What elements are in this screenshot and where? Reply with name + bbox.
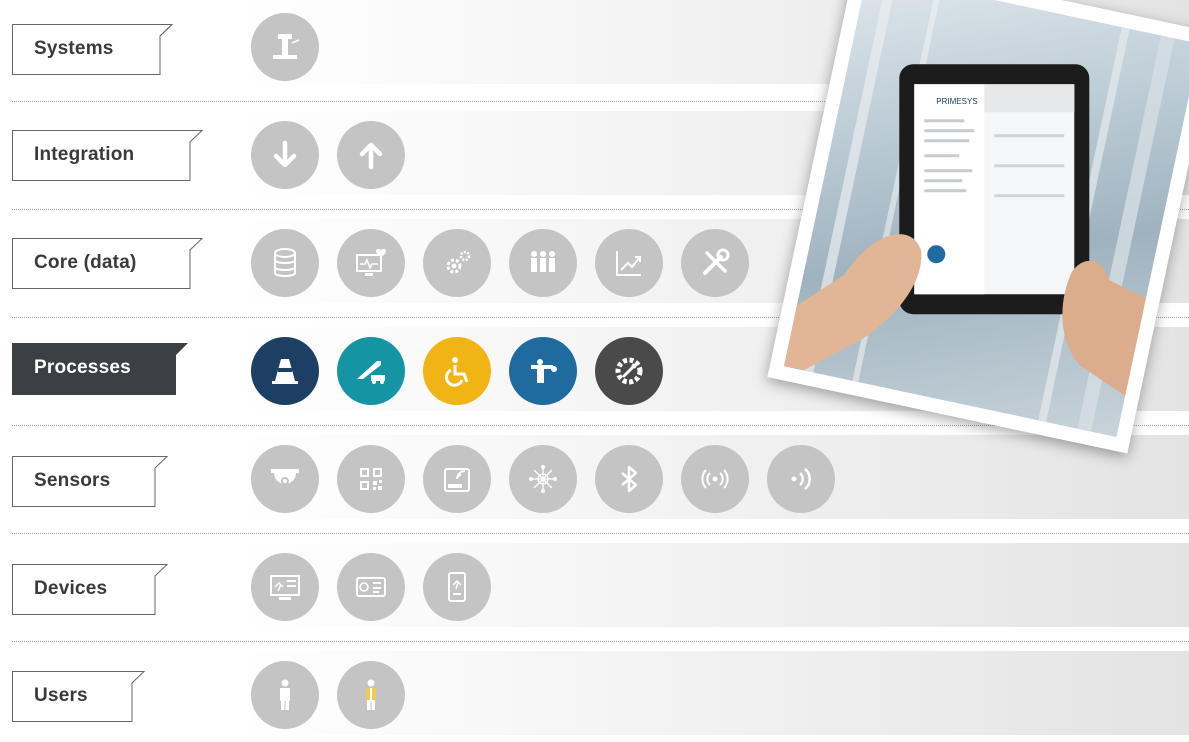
qr-code-icon[interactable]: [337, 445, 405, 513]
person-icon[interactable]: [251, 661, 319, 729]
wheelchair-icon[interactable]: [423, 337, 491, 405]
row-label-text: Users: [34, 685, 88, 706]
row-separator: [12, 533, 1189, 534]
tablet-brand: PRIMESYS: [936, 97, 977, 106]
traffic-cone-icon[interactable]: [251, 337, 319, 405]
row-label-systems: Systems: [12, 24, 192, 76]
airport-background: PRIMESYS: [783, 0, 1189, 437]
row-label-processes: Processes: [12, 343, 192, 395]
bluetooth-icon[interactable]: [595, 445, 663, 513]
gears-icon[interactable]: [423, 229, 491, 297]
row-label-text: Core (data): [34, 252, 137, 273]
row-label-core: Core (data): [12, 238, 204, 290]
monitor-heart-icon[interactable]: [337, 229, 405, 297]
people-group-icon[interactable]: [509, 229, 577, 297]
arrow-down-icon[interactable]: [251, 121, 319, 189]
smartphone-icon[interactable]: [423, 553, 491, 621]
row-label-integration: Integration: [12, 130, 204, 182]
signal-waves-icon[interactable]: [767, 445, 835, 513]
mesh-network-icon[interactable]: [509, 445, 577, 513]
stairs-truck-icon[interactable]: [337, 337, 405, 405]
display-screen-icon[interactable]: [251, 553, 319, 621]
database-icon[interactable]: [251, 229, 319, 297]
boarding-pass-icon[interactable]: [337, 553, 405, 621]
row-label-text: Processes: [34, 357, 131, 378]
row-label-text: Systems: [34, 38, 114, 59]
tools-icon[interactable]: [681, 229, 749, 297]
row-label-users: Users: [12, 671, 192, 723]
worker-vest-icon[interactable]: [337, 661, 405, 729]
row-separator: [12, 641, 1189, 642]
row-label-text: Integration: [34, 144, 135, 165]
wrench-gear-icon[interactable]: [595, 337, 663, 405]
broadcast-icon[interactable]: [681, 445, 749, 513]
row-label-text: Sensors: [34, 470, 111, 491]
row-label-devices: Devices: [12, 564, 192, 616]
arrow-up-icon[interactable]: [337, 121, 405, 189]
marshaller-icon[interactable]: [509, 337, 577, 405]
row-label-text: Devices: [34, 578, 108, 599]
dome-camera-icon[interactable]: [251, 445, 319, 513]
trend-chart-icon[interactable]: [595, 229, 663, 297]
control-tower-icon[interactable]: [251, 13, 319, 81]
rfid-icon[interactable]: [423, 445, 491, 513]
row-label-sensors: Sensors: [12, 456, 192, 508]
